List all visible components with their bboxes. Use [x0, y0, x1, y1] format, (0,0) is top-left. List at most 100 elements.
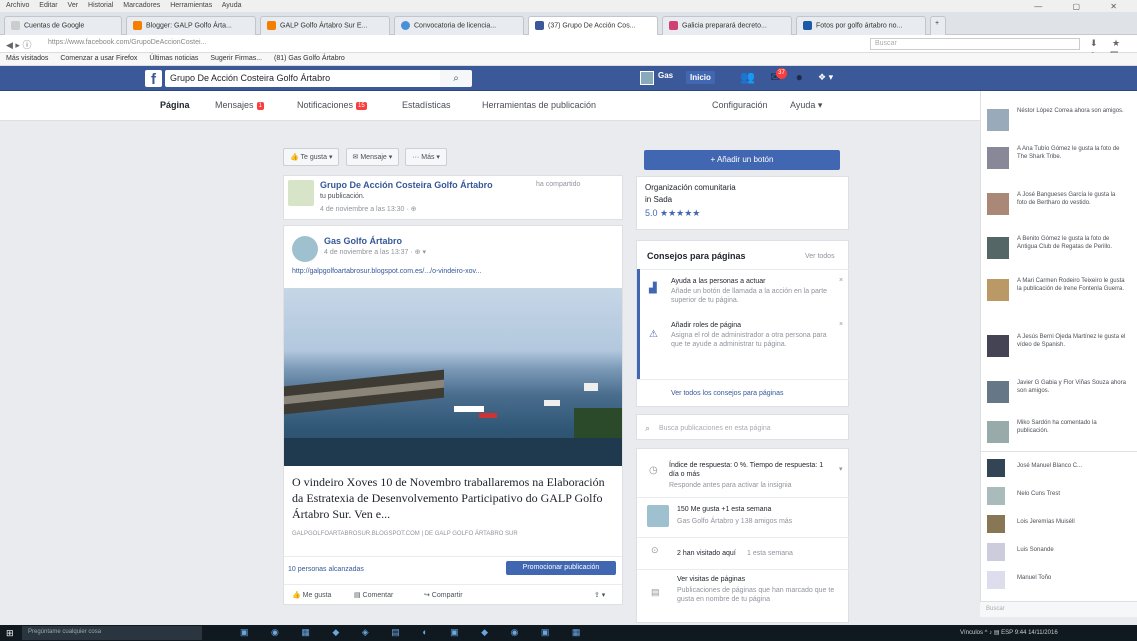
tab-convocatoria[interactable]: Convocatoria de licencia...: [394, 16, 524, 35]
ticker-item[interactable]: A Jesús Berni Ojeda Martínez le gusta el…: [987, 333, 1132, 369]
chat-contact[interactable]: Luis Sonande: [987, 541, 1132, 563]
bookmark-item[interactable]: (81) Gas Golfo Ártabro: [274, 55, 345, 62]
post-photo[interactable]: [284, 288, 622, 466]
tab-mensajes[interactable]: Mensajes 1: [215, 100, 264, 110]
window-controls[interactable]: — ▢ ✕: [1034, 2, 1131, 11]
ticker-thumb: [987, 335, 1009, 357]
link-title[interactable]: O vindeiro Xoves 10 de Novembro traballa…: [292, 474, 612, 522]
contact-avatar: [987, 459, 1005, 477]
reach-count[interactable]: 10 personas alcanzadas: [288, 566, 364, 573]
chevron-down-icon[interactable]: ▾: [839, 465, 843, 473]
response-icon: ◷: [649, 465, 658, 476]
close-icon[interactable]: ×: [839, 321, 843, 328]
ticker-item[interactable]: A José Bangueses García le gusta la foto…: [987, 191, 1132, 227]
menu-historial[interactable]: Historial: [88, 2, 113, 9]
close-icon[interactable]: ×: [839, 277, 843, 284]
share-options-icon[interactable]: ⇪ ▾: [594, 591, 605, 599]
menu-ayuda[interactable]: Ayuda: [222, 2, 242, 9]
chat-contact[interactable]: Nelo Cuns Trest: [987, 485, 1132, 507]
rating-stars[interactable]: 5.0 ★★★★★: [645, 209, 700, 218]
post-author[interactable]: Grupo De Acción Costeira Golfo Ártabro: [320, 180, 493, 190]
tip1-title[interactable]: Ayuda a las personas a actuar: [671, 277, 765, 286]
post-time[interactable]: 4 de noviembre a las 13:30 · ⊕: [320, 205, 417, 213]
boat: [454, 406, 484, 412]
ticker-item[interactable]: Javier G Gabia y Flor Viñas Souza ahora …: [987, 379, 1132, 415]
menu-ver[interactable]: Ver: [68, 2, 79, 9]
bookmark-item[interactable]: Últimas noticias: [149, 55, 198, 62]
browser-search-input[interactable]: Buscar: [870, 38, 1080, 50]
account-menu-icon[interactable]: ❖ ▾: [818, 72, 833, 83]
more-button[interactable]: ··· Más ▾: [405, 148, 447, 166]
profile-link[interactable]: Gas: [640, 71, 673, 80]
facebook-search-input[interactable]: Grupo De Acción Costeira Golfo Ártabro: [165, 70, 440, 87]
contact-name: Nelo Cuns Trest: [1017, 491, 1061, 497]
menu-marcadores[interactable]: Marcadores: [123, 2, 160, 9]
help-menu[interactable]: Ayuda ▾: [790, 100, 822, 111]
ticker-item[interactable]: A Benito Gómez le gusta la foto de Antig…: [987, 235, 1132, 271]
likes-count[interactable]: 150 Me gusta +1 esta semana: [677, 505, 771, 514]
post-link[interactable]: http://galpgolfoartabrosur.blogspot.com.…: [292, 268, 481, 275]
tab-notificaciones[interactable]: Notificaciones 15: [297, 100, 367, 110]
chat-contact[interactable]: José Manuel Blanco C...: [987, 457, 1132, 479]
like-page-button[interactable]: 👍 Te gusta ▾: [283, 148, 340, 166]
notification-icons[interactable]: 👥 ✉ ●: [740, 70, 809, 84]
share-button[interactable]: ↪ Compartir: [424, 591, 463, 599]
bookmark-item[interactable]: Sugerir Firmas...: [210, 55, 262, 62]
search-icon[interactable]: ⌕: [440, 70, 472, 87]
tab-configuracion[interactable]: Configuración: [712, 100, 768, 110]
tab-facebook-active[interactable]: (37) Grupo De Acción Cos...: [528, 16, 658, 35]
divider: [637, 569, 850, 570]
visits[interactable]: 2 han visitado aquí: [677, 549, 736, 558]
facebook-logo-icon[interactable]: f: [145, 70, 162, 88]
page-nav: Página Mensajes 1 Notificaciones 15 Estadí…: [0, 91, 980, 121]
tab-herramientas[interactable]: Herramientas de publicación: [482, 100, 596, 110]
tab-pagina[interactable]: Página: [160, 100, 190, 110]
chat-contact[interactable]: Lois Jeremías Muiséll: [987, 513, 1132, 535]
page-avatar[interactable]: [292, 236, 318, 262]
post-author[interactable]: Gas Golfo Ártabro: [324, 236, 402, 246]
ticker-item[interactable]: A Mari Carmen Rodeiro Teixeiro le gusta …: [987, 277, 1132, 313]
chat-search-input[interactable]: Buscar: [980, 601, 1137, 617]
menu-editar[interactable]: Editar: [39, 2, 57, 9]
location[interactable]: in Sada: [645, 195, 672, 204]
comment-button[interactable]: ▤ Comentar: [354, 591, 393, 599]
water-foreground: [284, 438, 622, 466]
category[interactable]: Organización comunitaria: [645, 183, 736, 192]
tab-google-accounts[interactable]: Cuentas de Google: [4, 16, 122, 35]
response-rate[interactable]: Índice de respuesta: 0 %. Tiempo de resp…: [669, 461, 834, 479]
page-views-title[interactable]: Ver visitas de páginas: [677, 575, 745, 584]
activity-ticker: Néstor López Correa ahora son amigos. A …: [980, 91, 1137, 601]
ticker-item[interactable]: Néstor López Correa ahora son amigos.: [987, 107, 1132, 143]
ticker-item[interactable]: A Ana Tubío Gómez le gusta la foto de Th…: [987, 145, 1132, 181]
system-tray[interactable]: Vínculos ^ ♪ ▤ ESP 9:44 14/11/2016: [960, 629, 1058, 636]
message-button[interactable]: ✉ Mensaje ▾: [345, 148, 400, 166]
post-time[interactable]: 4 de noviembre a las 13:37 · ⊕ ▾: [324, 248, 426, 256]
menu-herramientas[interactable]: Herramientas: [170, 2, 212, 9]
windows-start-icon[interactable]: ⊞: [6, 628, 14, 639]
page-search-input[interactable]: Busca publicaciones en esta página: [659, 424, 771, 433]
tab-galp[interactable]: GALP Golfo Ártabro Sur E...: [260, 16, 390, 35]
new-tab-button[interactable]: +: [930, 16, 946, 35]
taskbar-search-input[interactable]: Pregúntame cualquier cosa: [22, 626, 202, 640]
back-forward-icon[interactable]: ◀ ▸ ⓘ: [6, 38, 31, 51]
bookmark-item[interactable]: Más visitados: [6, 55, 48, 62]
home-link[interactable]: Inicio: [686, 71, 715, 84]
taskbar-app-icons[interactable]: ▣ ◉ ▦ ◆ ◈ ▤ ◐ ▣ ◆ ◉ ▣ ▦: [240, 627, 590, 638]
bookmark-item[interactable]: Comenzar a usar Firefox: [60, 55, 137, 62]
post-sub[interactable]: tu publicación.: [320, 193, 365, 200]
tips-see-all[interactable]: Ver todos: [805, 253, 835, 260]
tab-blogger[interactable]: Blogger: GALP Golfo Árta...: [126, 16, 256, 35]
tip2-title[interactable]: Añadir roles de página: [671, 321, 741, 330]
tab-estadisticas[interactable]: Estadísticas: [402, 100, 451, 110]
like-button[interactable]: 👍 Me gusta: [292, 591, 331, 599]
add-button[interactable]: + Añadir un botón: [644, 150, 840, 170]
promote-button[interactable]: Promocionar publicación: [506, 561, 616, 575]
menu-archivo[interactable]: Archivo: [6, 2, 29, 9]
tips-all-link[interactable]: Ver todos los consejos para páginas: [671, 389, 783, 398]
address-input[interactable]: https://www.facebook.com/GrupoDeAccionCo…: [44, 38, 864, 50]
tab-fotos[interactable]: Fotos por golfo ártabro no...: [796, 16, 926, 35]
ticker-item[interactable]: Miko Sardón ha comentado la publicación.: [987, 419, 1132, 455]
chat-contact[interactable]: Manuel Toño: [987, 569, 1132, 591]
page-avatar[interactable]: [288, 180, 314, 206]
tab-galicia[interactable]: Galicia preparará decreto...: [662, 16, 792, 35]
